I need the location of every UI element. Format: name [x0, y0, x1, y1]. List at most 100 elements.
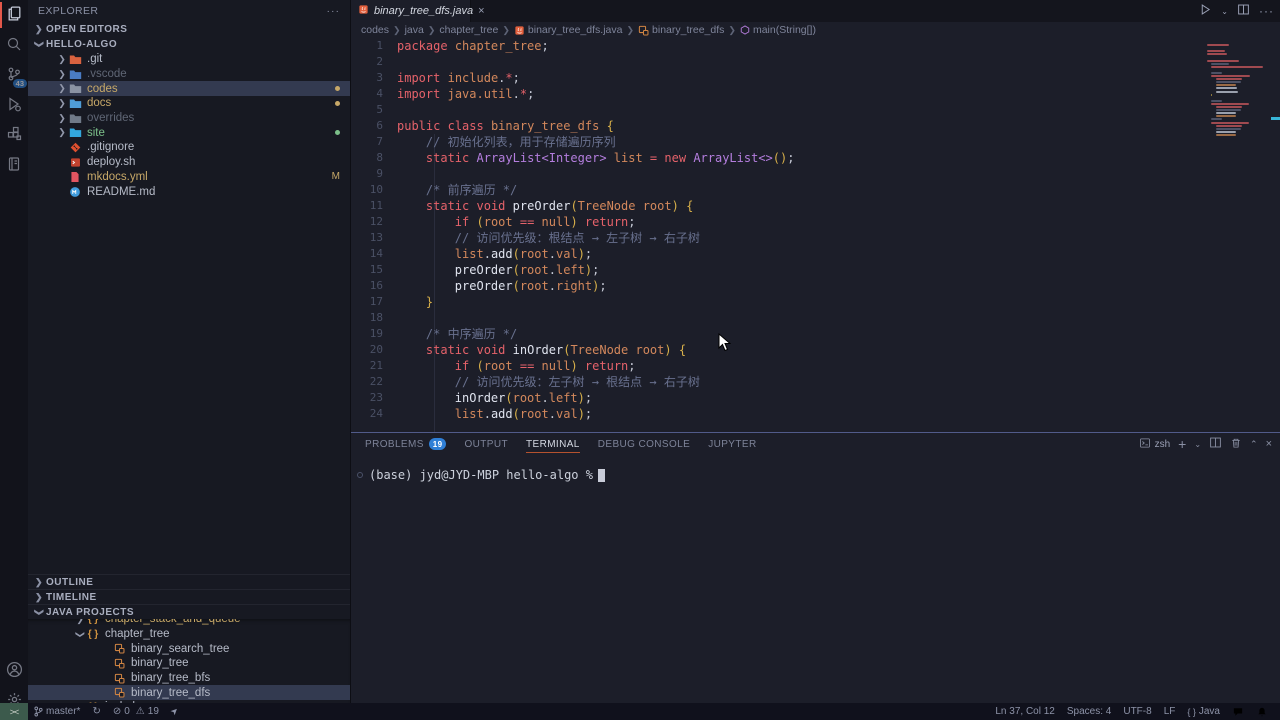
status-eol[interactable]: LF [1158, 703, 1182, 720]
panel-actions: zsh + ⌄ ⌃ × [1139, 436, 1272, 452]
more-actions-icon[interactable]: ··· [1259, 4, 1274, 18]
file-tree-item-site[interactable]: ❯site [28, 125, 350, 140]
panel-tab-output[interactable]: OUTPUT [464, 433, 508, 455]
java-projects-item-binary-tree-bfs[interactable]: binary_tree_bfs [28, 671, 350, 686]
remote-indicator[interactable]: >< [0, 703, 28, 720]
chevron-right-icon: ❯ [32, 24, 46, 35]
timeline-section[interactable]: ❯ TIMELINE [28, 589, 350, 604]
bottom-panel: PROBLEMS19 OUTPUT TERMINAL DEBUG CONSOLE JUP… [351, 432, 1280, 720]
file-tree-item--gitignore[interactable]: .gitignore [28, 140, 350, 155]
code-line-24: 24 list.add(root.val); [351, 406, 1200, 422]
terminal-shell-select[interactable]: zsh [1139, 437, 1171, 452]
close-panel-icon[interactable]: × [1266, 438, 1272, 450]
minimap-line [1207, 53, 1227, 55]
code-line-22: 22 // 访问优先级：左子树 → 根结点 → 右子树 [351, 374, 1200, 390]
file-tree-item--git[interactable]: ❯.git [28, 52, 350, 67]
open-editors-section[interactable]: ❯ OPEN EDITORS [28, 22, 350, 37]
activity-bar-search[interactable] [0, 30, 28, 60]
minimap[interactable] [1204, 38, 1266, 432]
java-projects-item-binary-tree-dfs[interactable]: binary_tree_dfs [28, 685, 350, 700]
project-root-row[interactable]: ❯ HELLO-ALGO [28, 37, 350, 52]
maximize-panel-icon[interactable]: ⌃ [1250, 439, 1258, 450]
new-terminal-button[interactable]: + [1178, 436, 1186, 452]
code-line-16: 16 preOrder(root.right); [351, 278, 1200, 294]
activity-bar-source-control[interactable]: 43 [0, 60, 28, 90]
code-line-21: 21 if (root == null) return; [351, 358, 1200, 374]
run-java-button[interactable] [1199, 3, 1212, 19]
java-projects-item-binary-search-tree[interactable]: binary_search_tree [28, 641, 350, 656]
line-number: 2 [351, 54, 397, 70]
file-tree-item-codes[interactable]: ❯codes [28, 81, 350, 96]
class-icon [638, 25, 649, 36]
folder-icon [68, 68, 82, 80]
panel-tab-terminal[interactable]: TERMINAL [526, 433, 580, 455]
java-projects-section[interactable]: ❯ JAVA PROJECTS [28, 604, 350, 619]
java-projects-item-chapter-tree[interactable]: ❯{ }chapter_tree [28, 627, 350, 642]
code-editor[interactable]: 1package chapter_tree;23import include.*… [351, 38, 1280, 432]
explorer-sidebar: EXPLORER ··· ❯ OPEN EDITORS ❯ HELLO-ALGO… [28, 0, 351, 703]
breadcrumb-item-binary-tree-dfs[interactable]: binary_tree_dfs [638, 24, 724, 36]
extensions-icon [6, 126, 22, 145]
git-branch-status[interactable]: master* [28, 703, 86, 720]
chevron-right-icon: ❯ [56, 98, 68, 109]
kill-terminal-icon[interactable] [1230, 437, 1242, 452]
tab-binary-tree-dfs[interactable]: binary_tree_dfs.java × [351, 0, 471, 22]
activity-bar-notebook[interactable] [0, 150, 28, 180]
terminal[interactable]: (base) jyd@JYD-MBP hello-algo % [351, 455, 1280, 720]
branch-name: master* [46, 706, 80, 717]
breadcrumb-item-codes[interactable]: codes [361, 24, 389, 36]
outline-section[interactable]: ❯ OUTLINE [28, 574, 350, 589]
line-number: 13 [351, 230, 397, 246]
panel-tab-jupyter[interactable]: JUPYTER [708, 433, 756, 455]
breadcrumb-item-java[interactable]: java [405, 24, 424, 36]
file-tree-item-docs[interactable]: ❯docs [28, 96, 350, 111]
notebook-icon [6, 156, 22, 175]
breadcrumb-item-main-String-[interactable]: main(String[]) [740, 24, 816, 36]
panel-tab-debug-console[interactable]: DEBUG CONSOLE [598, 433, 690, 455]
command-decoration-icon [357, 472, 363, 478]
split-editor-icon[interactable] [1237, 3, 1250, 19]
chevron-right-icon: ❯ [32, 577, 46, 588]
breadcrumb-separator: ❯ [392, 25, 402, 36]
minimap-line [1216, 106, 1242, 108]
activity-bar-explorer[interactable] [0, 0, 28, 30]
file-tree-item--vscode[interactable]: ❯.vscode [28, 67, 350, 82]
status-notifications[interactable] [1250, 703, 1274, 720]
status-feedback[interactable] [1226, 703, 1250, 720]
java-icon [514, 25, 525, 36]
terminal-dropdown-icon[interactable]: ⌄ [1194, 440, 1201, 449]
activity-bar-extensions[interactable] [0, 120, 28, 150]
tab-close-icon[interactable]: × [478, 5, 484, 17]
java-projects-item-chapter-stack-and-queue[interactable]: ❯{ }chapter_stack_and_queue [28, 619, 350, 627]
activity-bar-account[interactable] [0, 656, 28, 686]
file-tree-item-overrides[interactable]: ❯overrides [28, 111, 350, 126]
breadcrumb-item-chapter-tree[interactable]: chapter_tree [439, 24, 498, 36]
branch-icon [34, 706, 43, 717]
panel-tab-problems[interactable]: PROBLEMS19 [365, 433, 446, 455]
explorer-more-actions-icon[interactable]: ··· [327, 5, 341, 17]
java-projects-item-binary-tree[interactable]: binary_tree [28, 656, 350, 671]
file-tree-item-mkdocs-yml[interactable]: mkdocs.ymlM [28, 170, 350, 185]
status-language-mode[interactable]: { }Java [1181, 703, 1226, 720]
status-indentation[interactable]: Spaces: 4 [1061, 703, 1117, 720]
minimap-line [1216, 128, 1241, 130]
split-terminal-icon[interactable] [1209, 436, 1222, 452]
explorer-title: EXPLORER [38, 5, 98, 17]
run-dropdown-icon[interactable]: ⌄ [1221, 7, 1228, 16]
activity-bar-run-debug[interactable] [0, 90, 28, 120]
problems-status[interactable]: ⊘0 ⚠19 [107, 703, 165, 720]
modified-dot-badge [335, 83, 340, 94]
file-tree-item-deploy-sh[interactable]: deploy.sh [28, 155, 350, 170]
status-encoding[interactable]: UTF-8 [1117, 703, 1157, 720]
code-line-18: 18 [351, 310, 1200, 326]
code-line-8: 8 static ArrayList<Integer> list = new A… [351, 150, 1200, 166]
file-tree-item-README-md[interactable]: README.md [28, 184, 350, 199]
line-number: 6 [351, 118, 397, 134]
code-line-3: 3import include.*; [351, 70, 1200, 86]
sync-button[interactable]: ↻ [86, 703, 106, 720]
chevron-right-icon: ❯ [56, 127, 68, 138]
file-label: mkdocs.yml [87, 171, 148, 183]
breadcrumb-item-binary-tree-dfs-java[interactable]: binary_tree_dfs.java [514, 24, 623, 36]
java-server-mode[interactable]: ➤ [165, 703, 185, 720]
status-cursor-position[interactable]: Ln 37, Col 12 [989, 703, 1061, 720]
